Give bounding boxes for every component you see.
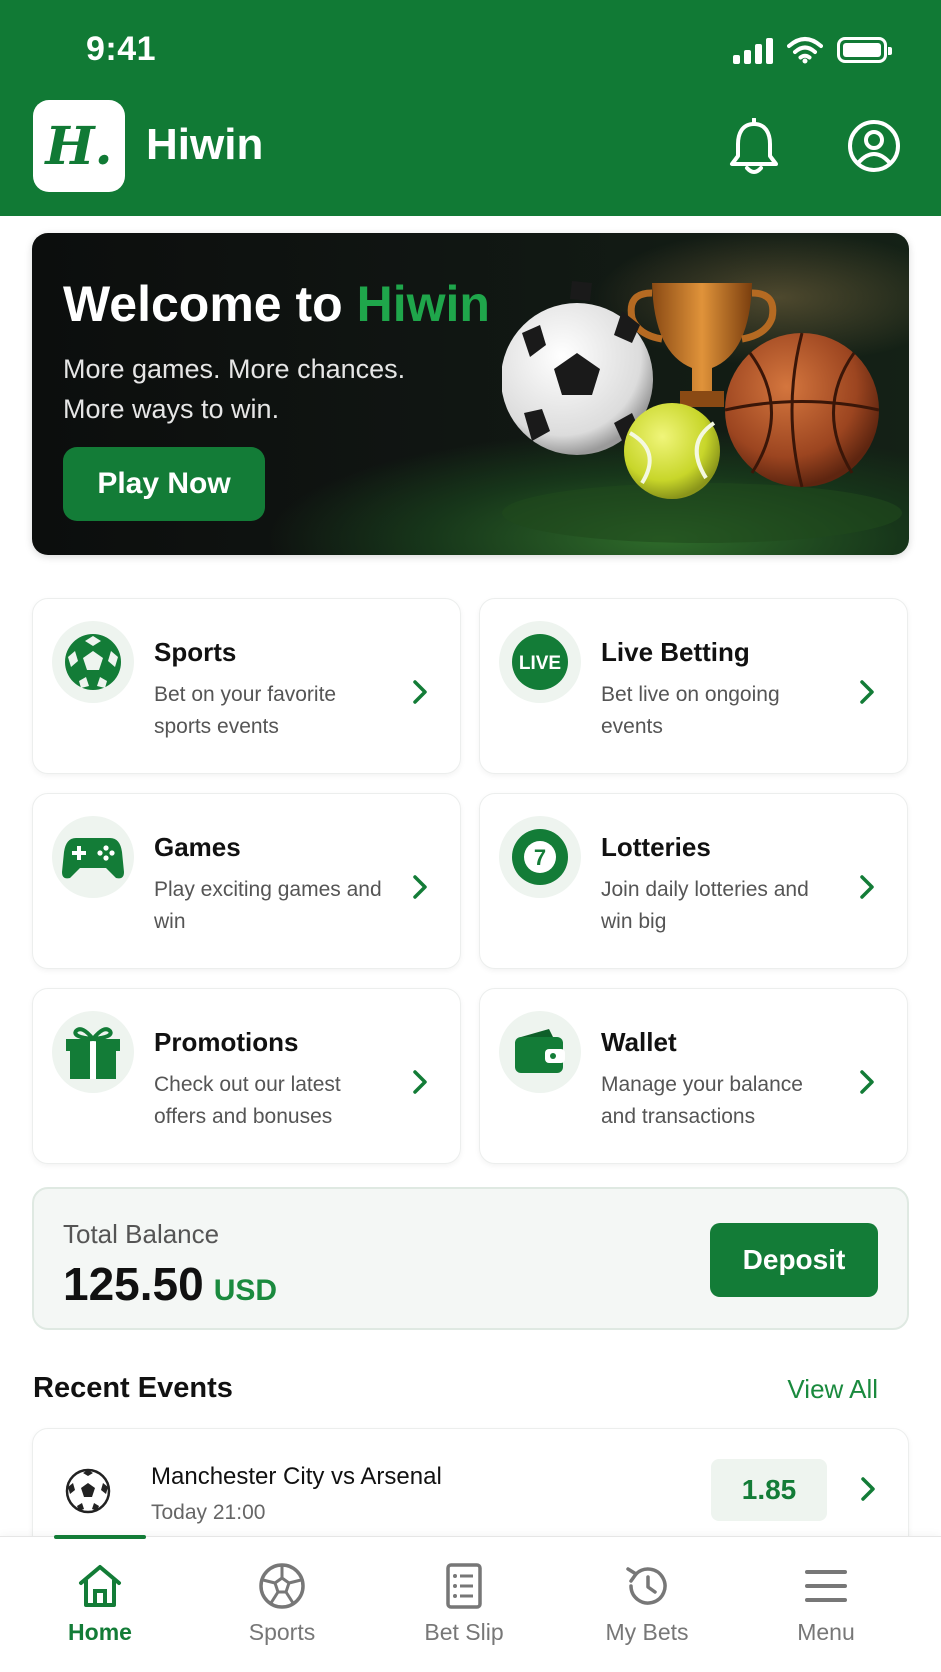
category-card-wallet[interactable]: Wallet Manage your balance and transacti… xyxy=(479,988,908,1164)
card-title: Live Betting xyxy=(601,637,750,667)
hero-title-brand: Hiwin xyxy=(356,276,490,332)
card-description: Play exciting games and win xyxy=(154,878,382,933)
recent-events-title: Recent Events xyxy=(33,1372,233,1404)
history-icon xyxy=(626,1567,667,1605)
nav-item-sports[interactable]: Sports xyxy=(207,1561,357,1646)
nav-label: My Bets xyxy=(605,1619,689,1645)
nav-item-bet-slip[interactable]: Bet Slip xyxy=(389,1561,539,1646)
soccer-ball-icon xyxy=(65,1468,111,1514)
card-title: Wallet xyxy=(601,1027,677,1057)
live-badge-text: LIVE xyxy=(519,653,561,674)
category-card-sports[interactable]: Sports Bet on your favorite sports event… xyxy=(32,598,461,774)
hero-subtitle-line-2: More ways to win. xyxy=(63,394,280,424)
chevron-right-icon xyxy=(413,680,427,704)
balance-currency: USD xyxy=(213,1274,278,1307)
event-time: Today 21:00 xyxy=(151,1501,266,1524)
profile-icon[interactable] xyxy=(846,118,902,174)
wallet-icon xyxy=(499,1011,581,1093)
chevron-right-icon xyxy=(413,875,427,899)
soccer-ball-icon xyxy=(259,1563,305,1609)
chevron-right-icon xyxy=(413,1070,427,1094)
card-title: Promotions xyxy=(154,1027,299,1057)
app-logo: H. xyxy=(33,100,125,192)
hero-title: Welcome to Hiwin xyxy=(63,275,490,333)
live-badge-icon: LIVE xyxy=(499,621,581,703)
active-tab-indicator xyxy=(54,1535,146,1539)
notification-bell-icon[interactable] xyxy=(726,118,782,178)
card-title: Lotteries xyxy=(601,832,711,862)
chevron-right-icon xyxy=(860,875,874,899)
balance-amount: 125.50 USD xyxy=(63,1257,277,1311)
nav-label: Home xyxy=(68,1619,132,1645)
deposit-button[interactable]: Deposit xyxy=(710,1223,878,1297)
nav-label: Sports xyxy=(248,1619,316,1645)
lottery-ball-icon: 7 xyxy=(499,816,581,898)
category-card-live-betting[interactable]: LIVE Live Betting Bet live on ongoing ev… xyxy=(479,598,908,774)
event-name: Manchester City vs Arsenal xyxy=(151,1463,442,1490)
balance-card: Total Balance 125.50 USD Deposit xyxy=(32,1187,909,1330)
card-title: Sports xyxy=(154,637,237,667)
lottery-ball-number: 7 xyxy=(534,845,546,870)
card-description: Bet on your favorite sports events xyxy=(154,683,337,738)
gift-icon xyxy=(52,1011,134,1093)
wifi-icon xyxy=(787,37,823,64)
logo-text: H. xyxy=(45,115,113,177)
chevron-right-icon xyxy=(861,1477,875,1501)
chevron-right-icon xyxy=(860,1070,874,1094)
sports-balls-illustration xyxy=(502,281,902,543)
category-card-games[interactable]: Games Play exciting games and win xyxy=(32,793,461,969)
balance-value: 125.50 xyxy=(63,1258,204,1310)
app-header: 9:41 H. Hiwin xyxy=(0,0,941,216)
gamepad-icon xyxy=(52,816,134,898)
odds-button[interactable]: 1.85 xyxy=(711,1459,827,1521)
hero-subtitle-line-1: More games. More chances. xyxy=(63,354,406,384)
card-title: Games xyxy=(154,832,241,862)
status-time: 9:41 xyxy=(86,30,157,68)
balance-label: Total Balance xyxy=(63,1219,220,1249)
card-description: Check out our latest offers and bonuses xyxy=(154,1073,341,1128)
nav-item-home[interactable]: Home xyxy=(25,1561,175,1646)
bet-slip-icon xyxy=(446,1563,482,1609)
cellular-signal-icon xyxy=(733,36,773,64)
category-card-promotions[interactable]: Promotions Check out our latest offers a… xyxy=(32,988,461,1164)
chevron-right-icon xyxy=(860,680,874,704)
app-name: Hiwin xyxy=(146,120,264,169)
hero-banner: Welcome to Hiwin More games. More chance… xyxy=(32,233,909,555)
nav-label: Bet Slip xyxy=(424,1619,504,1645)
play-now-button[interactable]: Play Now xyxy=(63,447,265,521)
card-description: Bet live on ongoing events xyxy=(601,683,780,738)
view-all-link[interactable]: View All xyxy=(787,1374,878,1405)
bottom-navigation: Home Sports Bet Slip My Bets Menu xyxy=(0,1535,941,1672)
category-card-lotteries[interactable]: 7 Lotteries Join daily lotteries and win… xyxy=(479,793,908,969)
hero-subtitle: More games. More chances. More ways to w… xyxy=(63,349,483,429)
nav-label: Menu xyxy=(797,1619,855,1645)
home-icon xyxy=(79,1565,121,1607)
soccer-ball-icon xyxy=(52,621,134,703)
card-description: Manage your balance and transactions xyxy=(601,1073,803,1128)
hero-title-prefix: Welcome to xyxy=(63,276,357,332)
nav-item-my-bets[interactable]: My Bets xyxy=(572,1561,722,1646)
card-description: Join daily lotteries and win big xyxy=(601,878,809,933)
nav-item-menu[interactable]: Menu xyxy=(751,1561,901,1646)
menu-icon xyxy=(805,1570,847,1602)
battery-icon xyxy=(837,37,892,63)
status-icons xyxy=(733,36,892,64)
